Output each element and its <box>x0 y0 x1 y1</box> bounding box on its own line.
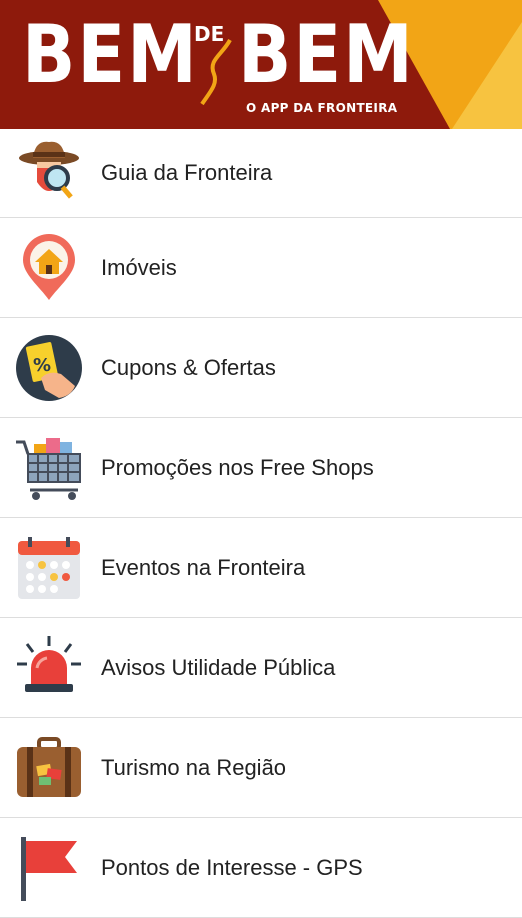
siren-icon <box>13 632 85 704</box>
menu-item-imoveis[interactable]: Imóveis <box>0 218 522 318</box>
svg-text:%: % <box>33 355 51 376</box>
menu-item-label: Eventos na Fronteira <box>101 554 306 580</box>
detective-icon <box>13 135 85 207</box>
logo-tagline: O APP DA FRONTEIRA <box>246 101 398 115</box>
menu-item-label: Avisos Utilidade Pública <box>101 654 336 680</box>
main-menu: Guia da Fronteira Imóveis % Cupons & Ofe… <box>0 129 522 918</box>
menu-item-label: Promoções nos Free Shops <box>101 454 374 480</box>
logo-word-right: BEM <box>238 7 415 102</box>
menu-item-label: Imóveis <box>101 254 177 280</box>
logo-word-left: BEM <box>22 7 199 102</box>
menu-item-guia-fronteira[interactable]: Guia da Fronteira <box>0 129 522 218</box>
calendar-icon <box>13 532 85 604</box>
menu-item-label: Guia da Fronteira <box>101 160 273 185</box>
house-pin-icon <box>13 232 85 304</box>
app-header: BEM DE BEM O APP DA FRONTEIRA <box>0 0 522 129</box>
menu-item-pontos-interesse-gps[interactable]: Pontos de Interesse - GPS <box>0 818 522 918</box>
menu-item-avisos-utilidade-publica[interactable]: Avisos Utilidade Pública <box>0 618 522 718</box>
menu-item-label: Cupons & Ofertas <box>101 354 276 380</box>
menu-item-promocoes-free-shops[interactable]: Promoções nos Free Shops <box>0 418 522 518</box>
menu-item-label: Turismo na Região <box>101 754 287 780</box>
menu-item-cupons-ofertas[interactable]: % Cupons & Ofertas <box>0 318 522 418</box>
menu-item-turismo-regiao[interactable]: Turismo na Região <box>0 718 522 818</box>
flag-icon <box>13 832 85 904</box>
coupon-hand-icon: % <box>13 332 85 404</box>
app-logo: BEM DE BEM O APP DA FRONTEIRA <box>0 0 522 129</box>
menu-item-label: Pontos de Interesse - GPS <box>101 854 363 880</box>
menu-item-eventos-fronteira[interactable]: Eventos na Fronteira <box>0 518 522 618</box>
logo-word-de: DE <box>194 22 225 46</box>
shopping-cart-icon <box>13 432 85 504</box>
suitcase-icon <box>13 732 85 804</box>
